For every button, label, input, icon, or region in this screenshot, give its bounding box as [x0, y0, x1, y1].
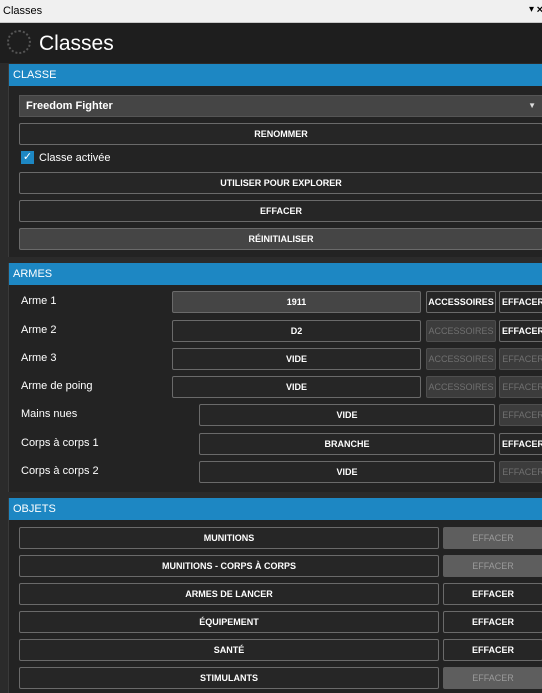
clear-weapon-button[interactable]: EFFACER: [499, 376, 542, 398]
weapon-label: Arme 1: [21, 295, 57, 307]
item-slot-button[interactable]: ARMES DE LANCER: [19, 583, 439, 605]
armes-section-header: ARMES: [9, 263, 542, 285]
logo-icon: [7, 30, 31, 54]
weapon-slot-button[interactable]: 1911: [172, 291, 421, 313]
class-active-label: Classe activée: [39, 152, 111, 164]
weapon-slot-button[interactable]: VIDE: [172, 348, 421, 370]
weapon-label: Mains nues: [21, 408, 78, 420]
classe-section-header: CLASSE: [9, 64, 542, 86]
clear-item-button[interactable]: EFFACER: [443, 583, 542, 605]
accessories-button[interactable]: ACCESSOIRES: [426, 348, 496, 370]
clear-item-button[interactable]: EFFACER: [443, 667, 542, 689]
rename-button[interactable]: RENOMMER: [19, 123, 542, 145]
clear-class-button[interactable]: EFFACER: [19, 200, 542, 222]
clear-item-button[interactable]: EFFACER: [443, 555, 542, 577]
clear-item-button[interactable]: EFFACER: [443, 527, 542, 549]
use-for-explore-button[interactable]: UTILISER POUR EXPLORER: [19, 172, 542, 194]
window-menu-icon[interactable]: ▾: [529, 4, 534, 15]
weapon-slot-button[interactable]: VIDE: [199, 461, 495, 483]
weapon-label: Arme 3: [21, 352, 57, 364]
classe-section: CLASSE Freedom Fighter ▼ RENOMMER ✓ Clas…: [8, 64, 542, 257]
clear-weapon-button[interactable]: EFFACER: [499, 461, 542, 483]
clear-weapon-button[interactable]: EFFACER: [499, 291, 542, 313]
page-title: Classes: [39, 32, 114, 55]
clear-weapon-button[interactable]: EFFACER: [499, 348, 542, 370]
clear-weapon-button[interactable]: EFFACER: [499, 320, 542, 342]
class-select[interactable]: Freedom Fighter ▼: [19, 95, 542, 117]
clear-weapon-button[interactable]: EFFACER: [499, 404, 542, 426]
weapon-slot-button[interactable]: VIDE: [199, 404, 495, 426]
weapon-slot-button[interactable]: D2: [172, 320, 421, 342]
clear-item-button[interactable]: EFFACER: [443, 611, 542, 633]
item-slot-button[interactable]: MUNITIONS: [19, 527, 439, 549]
window-title: Classes: [3, 5, 43, 17]
objets-section: OBJETS MUNITIONS EFFACER MUNITIONS - COR…: [8, 498, 542, 693]
accessories-button[interactable]: ACCESSOIRES: [426, 291, 496, 313]
weapon-slot-button[interactable]: BRANCHE: [199, 433, 495, 455]
weapon-label: Arme de poing: [21, 380, 93, 392]
class-select-value: Freedom Fighter: [26, 100, 113, 112]
accessories-button[interactable]: ACCESSOIRES: [426, 320, 496, 342]
accessories-button[interactable]: ACCESSOIRES: [426, 376, 496, 398]
item-slot-button[interactable]: ÉQUIPEMENT: [19, 611, 439, 633]
item-slot-button[interactable]: SANTÉ: [19, 639, 439, 661]
chevron-down-icon: ▼: [528, 101, 536, 110]
close-icon[interactable]: ×: [537, 4, 542, 16]
reset-class-button[interactable]: RÉINITIALISER: [19, 228, 542, 250]
item-slot-button[interactable]: MUNITIONS - CORPS À CORPS: [19, 555, 439, 577]
class-active-checkbox[interactable]: ✓: [21, 151, 34, 164]
page-header: Classes: [0, 23, 542, 63]
window-titlebar: Classes ▾ ×: [0, 0, 542, 23]
clear-item-button[interactable]: EFFACER: [443, 639, 542, 661]
weapon-slot-button[interactable]: VIDE: [172, 376, 421, 398]
clear-weapon-button[interactable]: EFFACER: [499, 433, 542, 455]
armes-section: ARMES Arme 1 1911 ACCESSOIRES EFFACER Ar…: [8, 263, 542, 492]
objets-section-header: OBJETS: [9, 498, 542, 520]
item-slot-button[interactable]: STIMULANTS: [19, 667, 439, 689]
weapon-label: Corps à corps 1: [21, 437, 99, 449]
weapon-label: Arme 2: [21, 324, 57, 336]
weapon-label: Corps à corps 2: [21, 465, 99, 477]
